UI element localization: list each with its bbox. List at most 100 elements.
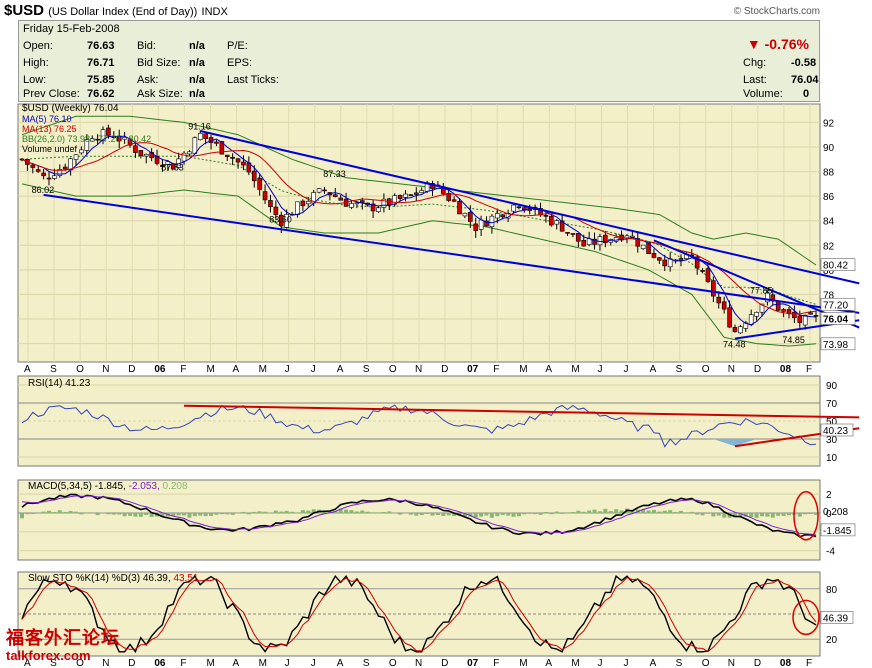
bb-mid-line	[21, 155, 817, 305]
price-legend: Volume undef	[22, 144, 78, 154]
price-x-tick: O	[76, 364, 84, 375]
macd-histogram-bar	[128, 512, 133, 516]
price-x-tick: 06	[154, 364, 166, 375]
macd-histogram-bar	[57, 510, 62, 514]
candle-body	[532, 206, 538, 210]
candle-body	[246, 162, 252, 173]
macd-histogram-bar	[203, 512, 208, 517]
macd-histogram-bar	[603, 508, 608, 514]
candle-body	[170, 163, 176, 170]
macd-histogram-bar	[446, 512, 451, 516]
macd-histogram-bar	[587, 510, 592, 514]
macd-histogram-bar	[511, 512, 516, 517]
candle-body	[570, 233, 576, 235]
candle-body	[694, 256, 700, 269]
candle-body	[770, 294, 776, 302]
price-x-tick: A	[650, 364, 657, 375]
macd-histogram-bar	[381, 512, 386, 514]
candle-body	[624, 235, 630, 239]
macd-legend-hist: 0.208	[163, 481, 188, 492]
bottom-x-tick: 07	[467, 658, 479, 668]
candle-body	[138, 150, 144, 157]
candle-body	[392, 195, 397, 205]
sto-value-label: 46.39	[823, 613, 848, 624]
macd-histogram-bar	[500, 512, 505, 515]
macd-histogram-bar	[149, 512, 154, 517]
price-x-tick: D	[754, 364, 761, 375]
candle-body	[262, 191, 268, 201]
price-y-tick: 78	[823, 290, 835, 301]
candle-body	[251, 170, 257, 182]
candle-body	[413, 192, 419, 195]
candle-body	[408, 194, 414, 196]
candle-body	[435, 184, 441, 189]
candle-body	[100, 129, 106, 141]
rsi-legend: RSI(14) 41.23	[28, 378, 91, 389]
macd-histogram-bar	[419, 512, 424, 516]
macd-histogram-bar	[765, 512, 770, 517]
macd-histogram-bar	[776, 512, 781, 516]
candle-body	[608, 239, 614, 243]
trendline	[200, 130, 860, 285]
quote-panel: Friday 15-Feb-2008 Open: 76.63 High: 76.…	[18, 20, 820, 102]
macd-histogram-bar	[527, 512, 532, 514]
price-y-tick: 76	[823, 315, 835, 326]
candle-body	[711, 280, 716, 297]
candle-body	[84, 139, 90, 151]
candle-body	[516, 206, 522, 209]
price-y-tick: 92	[823, 118, 835, 129]
price-y-tick: 86	[823, 192, 835, 203]
bottom-x-tick: A	[545, 658, 552, 668]
candle-body	[73, 154, 79, 160]
credit-label[interactable]: © StockCharts.com	[734, 6, 820, 17]
macd-histogram-bar	[30, 512, 35, 515]
macd-histogram-bar	[435, 512, 440, 515]
macd-histogram-bar	[743, 512, 748, 517]
price-x-tick: O	[389, 364, 397, 375]
price-legend: MA(5) 76.10	[22, 114, 72, 124]
open-value: 76.63	[87, 40, 115, 52]
macd-histogram-bar	[133, 512, 138, 517]
macd-value-label: -1.845	[823, 526, 852, 537]
macd-histogram-bar	[52, 511, 57, 514]
macd-histogram-bar	[263, 511, 268, 514]
macd-histogram-bar	[74, 511, 79, 514]
macd-histogram-bar	[182, 512, 187, 516]
macd-histogram-bar	[117, 512, 122, 515]
candle-body	[332, 194, 338, 197]
price-x-tick: N	[102, 364, 109, 375]
price-annotation: 91.16	[188, 122, 211, 132]
macd-histogram-bar	[344, 509, 349, 514]
candle-body	[495, 213, 500, 219]
price-x-tick: M	[519, 364, 527, 375]
trendline	[43, 193, 860, 314]
macd-value-box	[820, 523, 856, 537]
candle-body	[386, 198, 392, 206]
candle-body	[667, 258, 673, 268]
macd-histogram-bar	[225, 512, 230, 515]
macd-histogram-bar	[678, 510, 683, 514]
candle-body	[52, 175, 57, 179]
bottom-x-tick: J	[624, 658, 629, 668]
sto-legend-d: 43.51	[173, 573, 198, 584]
macd-histogram-bar	[36, 512, 41, 514]
candle-body	[619, 234, 624, 241]
macd-y-tick: 0	[826, 509, 832, 520]
bottom-x-tick: A	[650, 658, 657, 668]
sto-highlight-circle	[792, 599, 820, 636]
macd-histogram-bar	[759, 512, 764, 517]
candle-body	[419, 190, 425, 193]
candle-body	[505, 213, 511, 219]
candle-body	[289, 213, 295, 216]
macd-histogram-bar	[689, 511, 694, 514]
price-x-tick: J	[624, 364, 629, 375]
macd-histogram-bar	[101, 512, 106, 514]
candle-body	[786, 309, 792, 314]
candle-body	[106, 127, 111, 136]
candle-body	[640, 244, 646, 249]
price-annotation: 87.83	[161, 163, 184, 173]
macd-histogram-bar	[95, 512, 100, 516]
candle-body	[122, 137, 127, 140]
price-panel-bg	[17, 103, 821, 363]
candle-body	[187, 151, 192, 155]
